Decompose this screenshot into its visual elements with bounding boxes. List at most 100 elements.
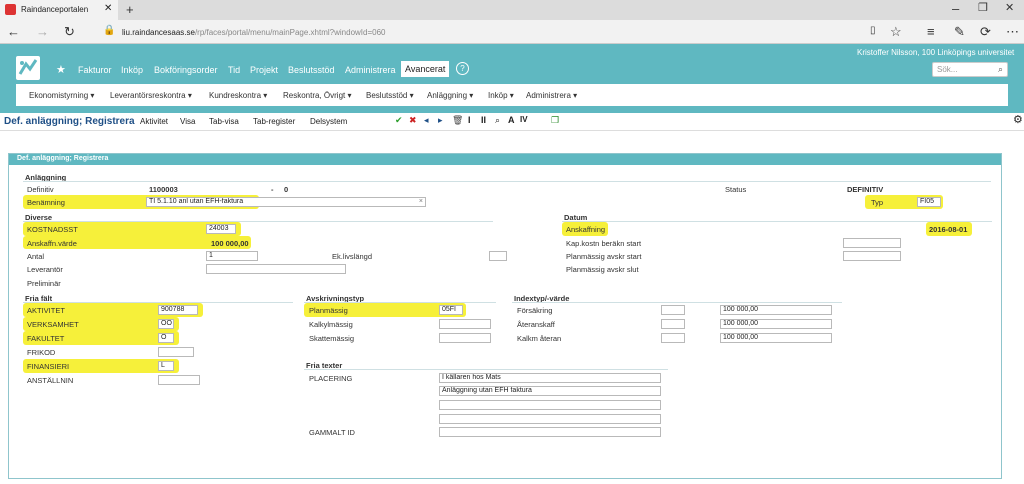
placering-line-3[interactable] <box>439 400 661 410</box>
index-type-ateranskaff[interactable] <box>661 319 685 329</box>
nav-fakturor[interactable]: Fakturor <box>78 65 112 75</box>
menu-tab-visa[interactable]: Tab-visa <box>209 117 239 126</box>
forward-icon[interactable]: → <box>36 25 49 38</box>
page-title: Def. anläggning; Registrera <box>4 116 135 127</box>
copy-icon[interactable]: ❐ <box>551 116 559 125</box>
avskr-input-skattemassig[interactable] <box>439 333 491 343</box>
trash-icon[interactable]: 🗑 <box>452 116 463 125</box>
nav-projekt[interactable]: Projekt <box>250 65 278 75</box>
close-window-icon[interactable]: ✕ <box>1005 3 1014 14</box>
menu-delsystem[interactable]: Delsystem <box>310 117 347 126</box>
lv-icon[interactable]: IV <box>520 116 528 124</box>
fria-falt-input-finansieri[interactable]: L <box>158 361 174 371</box>
preliminar-label: Preliminär <box>27 279 61 288</box>
nav-inkop[interactable]: Inköp <box>121 65 143 75</box>
divider <box>304 369 668 370</box>
fria-falt-input-anstallnin[interactable] <box>158 375 200 385</box>
user-name[interactable]: Kristoffer Nilsson, 100 Linköpings unive… <box>857 48 1014 57</box>
gammalt-id-label: GAMMALT ID <box>309 428 355 437</box>
typ-input[interactable]: FI05 <box>917 197 941 207</box>
search-icon[interactable]: ⌕ <box>495 116 500 125</box>
check-icon[interactable]: ✔ <box>395 116 403 125</box>
leverantor-input[interactable] <box>206 264 346 274</box>
arrow-left-icon[interactable]: ◂ <box>424 116 429 125</box>
nav-administrera[interactable]: Administrera <box>345 65 396 75</box>
anskaffn-value: 100 000,00 <box>211 239 249 248</box>
definitiv-value: 1100003 <box>149 185 178 194</box>
favorites-star-icon[interactable]: ★ <box>56 63 66 76</box>
url-field[interactable]: liu.raindancesaas.se/rp/faces/portal/men… <box>122 28 386 37</box>
close-tab-icon[interactable]: ✕ <box>104 3 112 14</box>
index-type-forsakring[interactable] <box>661 305 685 315</box>
placering-line-4[interactable] <box>439 414 661 424</box>
anskaffning-label: Anskaffning <box>566 225 606 234</box>
antal-input[interactable]: 1 <box>206 251 258 261</box>
subnav-anlaggning[interactable]: Anläggning ▾ <box>427 91 473 100</box>
placering-line-2[interactable]: Anläggning utan EFH faktura <box>439 386 661 396</box>
typ-label: Typ <box>871 198 884 207</box>
kostnadsst-input[interactable]: 24003 <box>206 224 236 234</box>
gear-icon[interactable]: ⚙ <box>1013 115 1023 126</box>
browser-tab[interactable]: Raindanceportalen ✕ <box>0 0 118 20</box>
subnav-leverantorsreskontra[interactable]: Leverantörsreskontra ▾ <box>110 91 192 100</box>
benamning-input[interactable]: TI 5.1.10 anl utan EFH-faktura × <box>146 197 426 207</box>
fria-falt-label-finansieri: FINANSIERI <box>27 362 70 371</box>
index-type-kalkm-ateran[interactable] <box>661 333 685 343</box>
index-value-kalkm-ateran[interactable]: 100 000,00 <box>720 333 832 343</box>
subnav-kundreskontra[interactable]: Kundreskontra ▾ <box>209 91 267 100</box>
restore-icon[interactable]: ❐ <box>978 3 988 14</box>
placering-line-1[interactable]: I källaren hos Mats <box>439 373 661 383</box>
hub-icon[interactable]: ≡ <box>927 25 935 38</box>
index-label-ateranskaff: Återanskaff <box>517 320 555 329</box>
back-icon[interactable]: ← <box>7 25 20 38</box>
nav-tid[interactable]: Tid <box>228 65 240 75</box>
search-input[interactable]: Sök... ⌕ <box>932 62 1008 77</box>
clear-icon[interactable]: × <box>419 198 423 206</box>
nav-bokforingsorder[interactable]: Bokföringsorder <box>154 65 218 75</box>
search-icon[interactable]: ⌕ <box>998 64 1003 75</box>
nav-avancerat[interactable]: Avancerat <box>401 61 450 77</box>
subnav-reskontra-ovrigt[interactable]: Reskontra, Övrigt ▾ <box>283 91 352 100</box>
fria-falt-label-anstallnin: ANSTÄLLNIN <box>27 376 74 385</box>
refresh-icon[interactable]: ↻ <box>64 25 75 38</box>
note-icon[interactable]: ✎ <box>954 25 965 38</box>
avskr-input-planmassig[interactable]: 05FI <box>439 305 463 315</box>
avskr-input-kalkylmassig[interactable] <box>439 319 491 329</box>
fria-falt-input-frikod[interactable] <box>158 347 194 357</box>
index-value-forsakring[interactable]: 100 000,00 <box>720 305 832 315</box>
gammalt-id-input[interactable] <box>439 427 661 437</box>
eklivslangd-input[interactable] <box>489 251 507 261</box>
info-icon[interactable]: I <box>468 116 471 125</box>
planmassig-start-label: Planmässig avskr start <box>566 252 642 261</box>
avskr-label-kalkylmassig: Kalkylmässig <box>309 320 353 329</box>
registration-panel: Def. anläggning; Registrera Anläggning D… <box>8 153 1002 479</box>
help-icon[interactable]: ? <box>456 62 469 75</box>
planmassig-start-input[interactable] <box>843 251 901 261</box>
fria-falt-input-fakultet[interactable]: O <box>158 333 174 343</box>
subnav-beslutsstod[interactable]: Beslutsstöd ▾ <box>366 91 414 100</box>
subnav-administrera[interactable]: Administrera ▾ <box>526 91 577 100</box>
new-tab-icon[interactable]: + <box>126 3 134 16</box>
menu-aktivitet[interactable]: Aktivitet <box>140 117 168 126</box>
menu-tab-register[interactable]: Tab-register <box>253 117 295 126</box>
more-icon[interactable]: ⋯ <box>1006 25 1019 38</box>
minimize-icon[interactable]: – <box>952 2 959 15</box>
pause-icon[interactable]: II <box>481 116 486 125</box>
text-a-icon[interactable]: A <box>508 116 515 125</box>
reading-view-icon[interactable]: ▯ <box>870 26 876 36</box>
fria-falt-input-verksamhet[interactable]: OO <box>158 319 174 329</box>
status-value: DEFINITIV <box>847 185 884 194</box>
favorite-star-icon[interactable]: ☆ <box>890 25 902 38</box>
subnav-inkop[interactable]: Inköp ▾ <box>488 91 514 100</box>
definitiv-dash: - <box>271 185 274 194</box>
fria-falt-input-aktivitet[interactable]: 900788 <box>158 305 198 315</box>
nav-beslutsstod[interactable]: Beslutsstöd <box>288 65 335 75</box>
share-icon[interactable]: ⟳ <box>980 25 991 38</box>
subnav-ekonomistyrning[interactable]: Ekonomistyrning ▾ <box>29 91 94 100</box>
cancel-icon[interactable]: ✖ <box>409 116 417 125</box>
function-toolbar: Def. anläggning; Registrera Aktivitet Vi… <box>0 113 1024 131</box>
kapkostn-input[interactable] <box>843 238 901 248</box>
index-value-ateranskaff[interactable]: 100 000,00 <box>720 319 832 329</box>
menu-visa[interactable]: Visa <box>180 117 195 126</box>
arrow-right-icon[interactable]: ▸ <box>438 116 443 125</box>
